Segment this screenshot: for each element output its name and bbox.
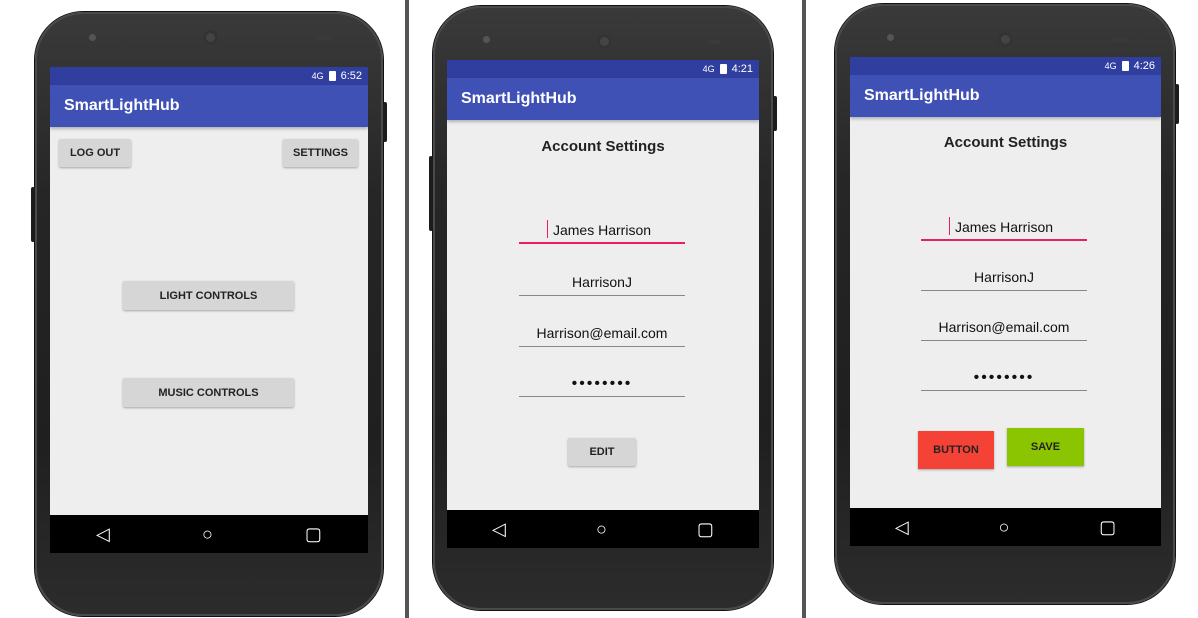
sensor-icon: [707, 40, 721, 44]
full-name-field[interactable]: James Harrison: [921, 217, 1087, 241]
power-button: [383, 102, 387, 142]
volume-button: [31, 187, 35, 242]
phone-account-edit: 4G 4:26 SmartLightHub Account Settings J…: [835, 4, 1179, 604]
battery-icon: [1121, 61, 1129, 71]
email-value: Harrison@email.com: [536, 325, 668, 341]
clock: 4:26: [1133, 60, 1155, 72]
phone-home: 4G 6:52 SmartLightHub LOG OUT SETTINGS L…: [31, 12, 387, 616]
speaker-dot: [887, 34, 894, 41]
separator-left: [405, 0, 409, 618]
save-button[interactable]: SAVE: [1007, 428, 1084, 466]
app-title: SmartLightHub: [864, 87, 980, 104]
speaker-dot: [483, 36, 490, 43]
screen: 4G 6:52 SmartLightHub LOG OUT SETTINGS L…: [50, 67, 368, 553]
signal-icon: 4G: [1104, 61, 1117, 71]
status-bar: 4G 6:52: [50, 67, 368, 85]
clock: 4:21: [731, 63, 753, 75]
phone-account-view: 4G 4:21 SmartLightHub Account Settings J…: [429, 6, 777, 610]
email-field[interactable]: Harrison@email.com: [921, 319, 1087, 341]
separator-right: [802, 0, 806, 618]
back-icon[interactable]: ◁: [895, 517, 909, 538]
text-cursor: [547, 220, 548, 238]
nav-bar: ◁ ○ ▢: [850, 508, 1161, 546]
email-field[interactable]: Harrison@email.com: [519, 325, 685, 347]
back-icon[interactable]: ◁: [492, 519, 506, 540]
back-icon[interactable]: ◁: [96, 524, 110, 545]
status-bar: 4G 4:21: [447, 60, 759, 78]
camera-icon: [203, 30, 218, 45]
username-field[interactable]: HarrisonJ: [519, 274, 685, 296]
clock: 6:52: [340, 70, 362, 82]
camera-icon: [998, 32, 1013, 47]
screen: 4G 4:21 SmartLightHub Account Settings J…: [447, 60, 759, 548]
battery-icon: [328, 71, 336, 81]
username-value: HarrisonJ: [974, 269, 1034, 285]
password-field[interactable]: ••••••••: [921, 369, 1087, 391]
page-title: Account Settings: [541, 138, 665, 155]
password-value: ••••••••: [571, 375, 633, 392]
speaker-dot: [89, 34, 96, 41]
power-button: [773, 96, 777, 131]
email-value: Harrison@email.com: [938, 319, 1070, 335]
username-value: HarrisonJ: [572, 274, 632, 290]
red-button[interactable]: BUTTON: [918, 431, 994, 469]
home-icon[interactable]: ○: [998, 517, 1009, 538]
logout-button[interactable]: LOG OUT: [59, 139, 131, 167]
app-bar: SmartLightHub: [447, 78, 759, 120]
username-field[interactable]: HarrisonJ: [921, 269, 1087, 291]
music-controls-button[interactable]: MUSIC CONTROLS: [123, 378, 294, 407]
page-title: Account Settings: [943, 134, 1068, 151]
app-title: SmartLightHub: [64, 97, 180, 114]
app-title: SmartLightHub: [461, 90, 577, 107]
status-bar: 4G 4:26: [850, 57, 1161, 75]
settings-button[interactable]: SETTINGS: [283, 139, 358, 167]
password-value: ••••••••: [973, 369, 1035, 386]
signal-icon: 4G: [702, 64, 715, 74]
home-icon[interactable]: ○: [202, 524, 213, 545]
screen: 4G 4:26 SmartLightHub Account Settings J…: [850, 57, 1161, 546]
sensor-icon: [317, 36, 331, 40]
recents-icon[interactable]: ▢: [1099, 517, 1116, 538]
camera-icon: [597, 34, 612, 49]
nav-bar: ◁ ○ ▢: [447, 510, 759, 548]
app-bar: SmartLightHub: [850, 75, 1161, 117]
signal-icon: 4G: [311, 71, 324, 81]
nav-bar: ◁ ○ ▢: [50, 515, 368, 553]
text-cursor: [949, 217, 950, 235]
full-name-value: James Harrison: [954, 219, 1054, 235]
password-field[interactable]: ••••••••: [519, 375, 685, 397]
sensor-icon: [1113, 38, 1127, 42]
edit-button[interactable]: EDIT: [568, 438, 636, 466]
home-icon[interactable]: ○: [596, 519, 607, 540]
full-name-value: James Harrison: [552, 222, 652, 238]
power-button: [1175, 84, 1179, 124]
app-bar: SmartLightHub: [50, 85, 368, 127]
light-controls-button[interactable]: LIGHT CONTROLS: [123, 281, 294, 310]
recents-icon[interactable]: ▢: [697, 519, 714, 540]
volume-button: [429, 156, 433, 231]
full-name-field[interactable]: James Harrison: [519, 220, 685, 244]
recents-icon[interactable]: ▢: [305, 524, 322, 545]
battery-icon: [719, 64, 727, 74]
